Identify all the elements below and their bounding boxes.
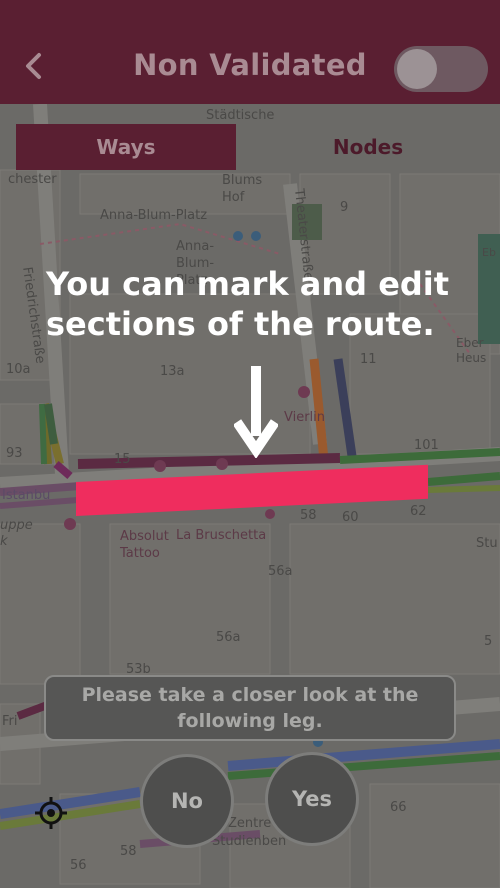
map-label: Studienben — [212, 834, 287, 849]
toggle-knob — [397, 49, 437, 89]
map-label: 66 — [390, 800, 407, 815]
map-label: Stu — [476, 536, 498, 551]
map-label: uppe — [0, 518, 33, 533]
map-label: Vierlin — [284, 410, 326, 425]
map-label: Fri — [2, 714, 18, 729]
map-label: 56a — [268, 564, 293, 579]
app-header: Non Validated — [0, 0, 500, 104]
map-label: 56a — [216, 630, 241, 645]
validated-toggle[interactable] — [394, 46, 488, 92]
map-label: Absolut Tattoo — [120, 529, 169, 561]
map-label: Blums Hof — [222, 173, 263, 205]
map-label: La Bruschetta — [176, 528, 267, 543]
map-label: 62 — [410, 504, 427, 519]
arrow-down-icon — [234, 366, 278, 458]
map-label: 93 — [6, 446, 23, 461]
map-label: k — [0, 534, 8, 549]
map-label: Eb — [482, 246, 496, 259]
map-label: 101 — [414, 438, 439, 453]
map-label: Istanbu — [2, 488, 51, 503]
map-label: 15 — [114, 452, 131, 467]
leg-prompt: Please take a closer look at the followi… — [44, 675, 456, 741]
map-label: Zentre — [228, 816, 272, 831]
map-label: 56 — [70, 858, 87, 873]
map-label: 58 — [120, 844, 137, 859]
map-label: 10a — [6, 362, 31, 377]
crosshair-icon[interactable] — [34, 796, 68, 830]
map-label: 60 — [342, 510, 359, 525]
tab-nodes[interactable]: Nodes — [236, 124, 500, 170]
map-label: 5 — [484, 634, 493, 649]
map-label: 58 — [300, 508, 317, 523]
map-label: Anna-Blum-Platz — [100, 208, 208, 223]
yes-button[interactable]: Yes — [265, 752, 359, 846]
map-label: 9 — [340, 200, 349, 215]
tab-bar: Ways Nodes — [16, 124, 500, 170]
map-label: 11 — [360, 352, 377, 367]
tab-ways[interactable]: Ways — [16, 124, 236, 170]
map-label: Städtische — [206, 108, 275, 123]
map-label: 13a — [160, 364, 185, 379]
no-button[interactable]: No — [140, 754, 234, 848]
tutorial-hint: You can mark and edit sections of the ro… — [46, 265, 450, 343]
map-label: chester — [8, 172, 57, 187]
